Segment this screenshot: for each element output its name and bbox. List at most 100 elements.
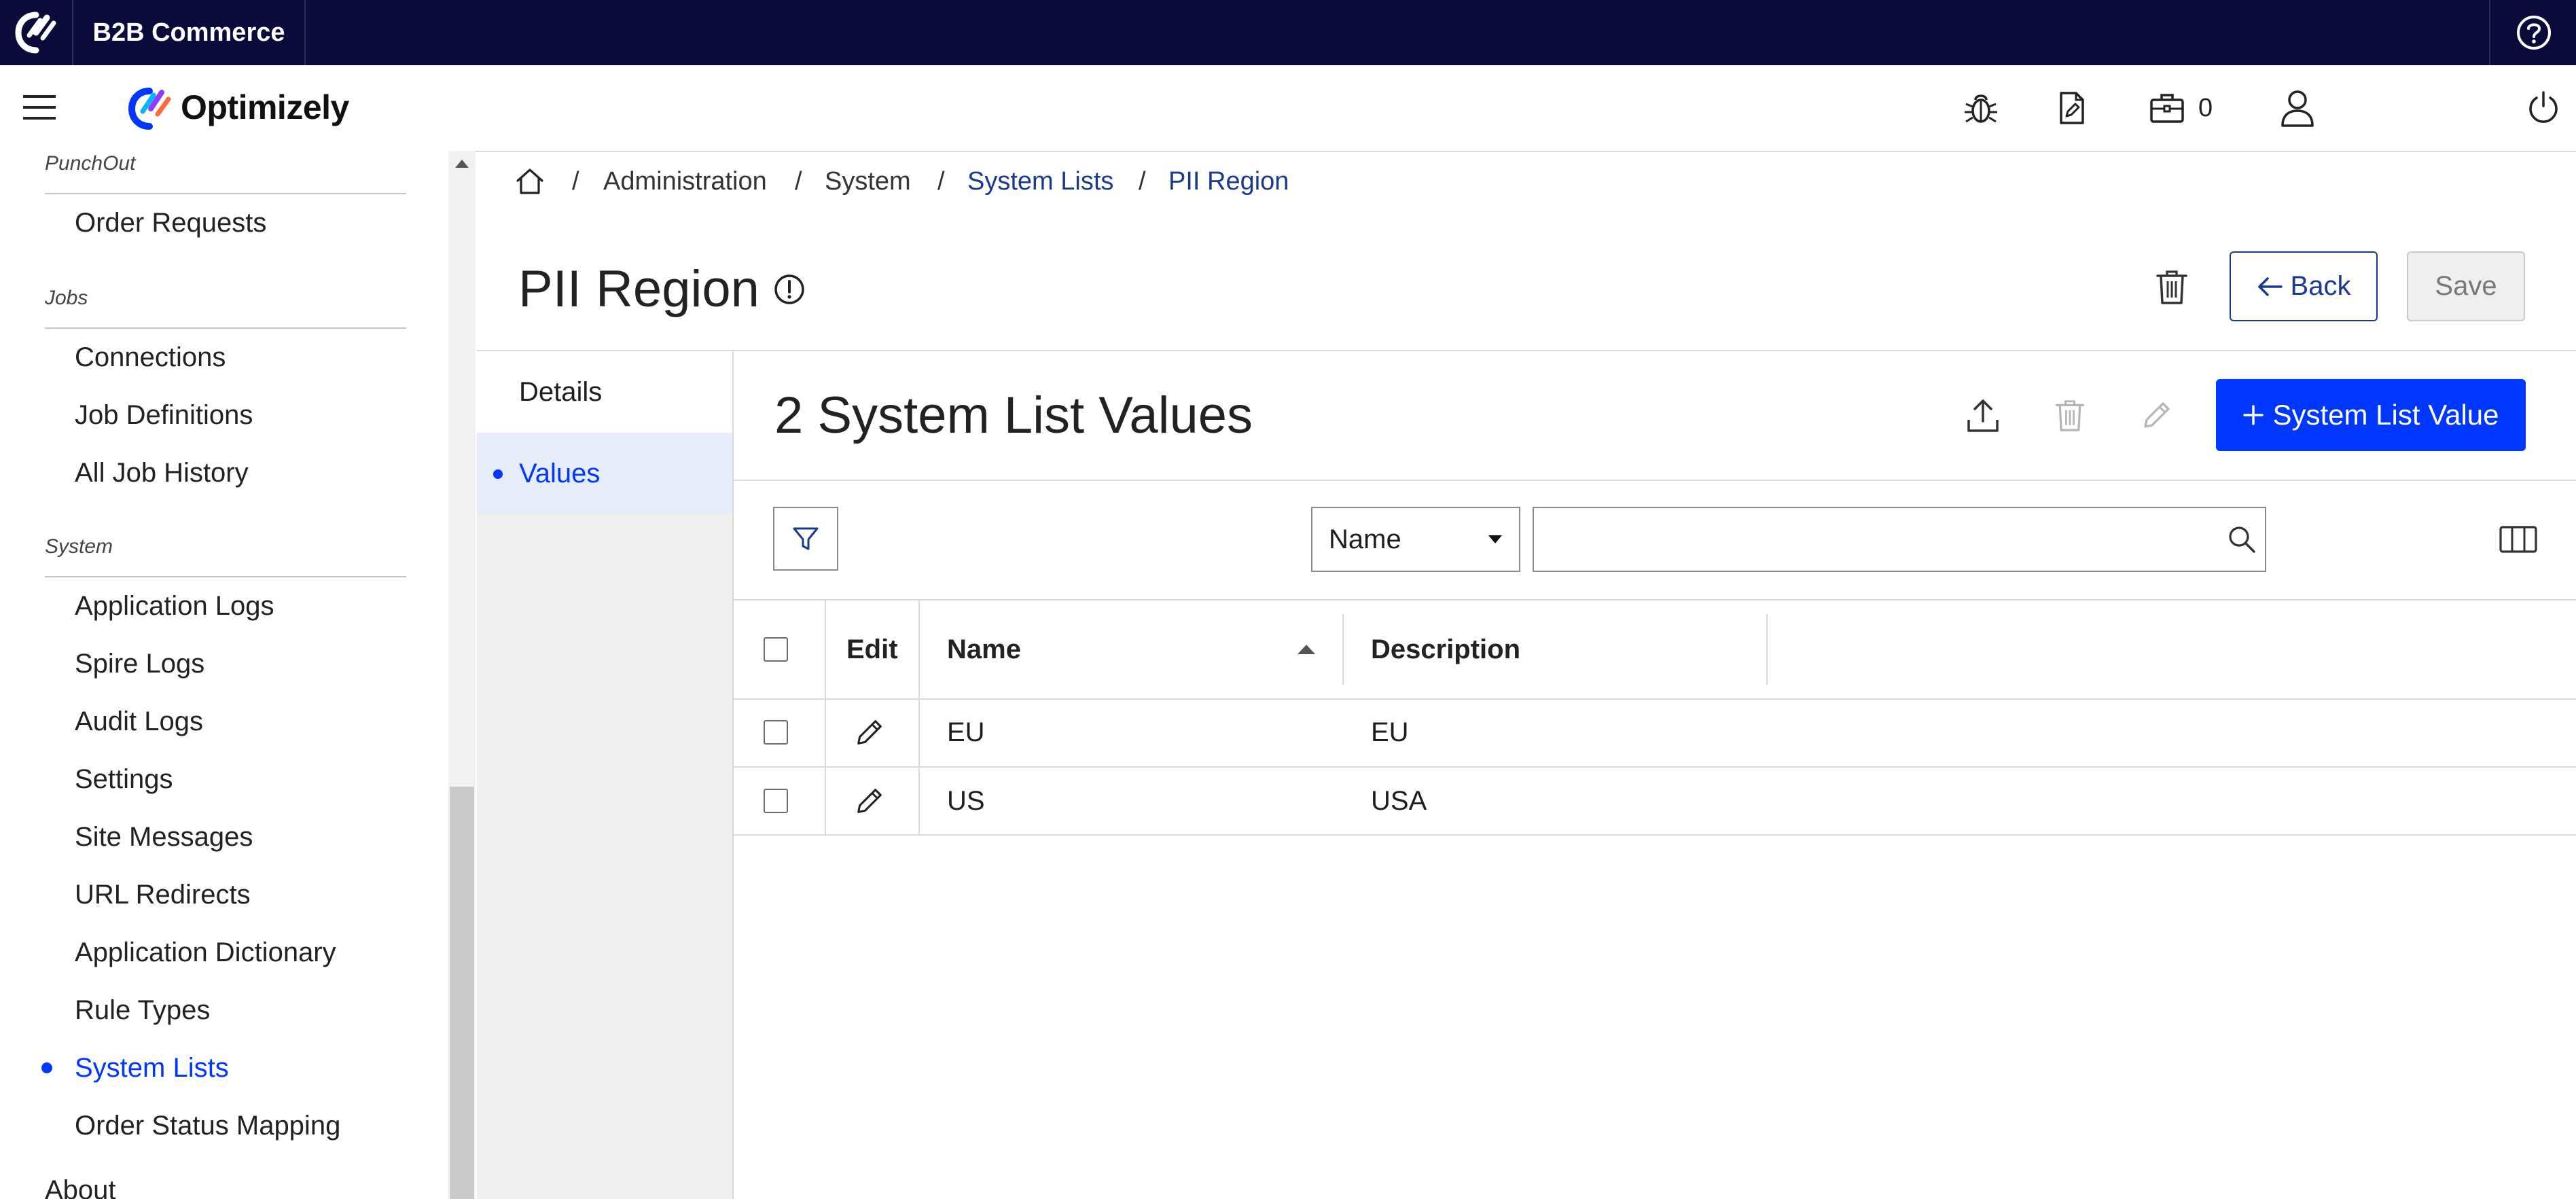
row-edit-button[interactable] bbox=[853, 698, 886, 766]
divider bbox=[477, 350, 2576, 351]
table-header-row: Edit Name Description bbox=[734, 599, 2576, 700]
brand-name: Optimizely bbox=[181, 88, 349, 126]
trash-icon bbox=[2156, 270, 2187, 304]
briefcase-icon bbox=[2150, 94, 2184, 123]
tab-details[interactable]: Details bbox=[477, 351, 732, 433]
pencil-icon bbox=[857, 789, 882, 813]
row-name: EU bbox=[947, 717, 985, 747]
delete-selected-button bbox=[2054, 398, 2086, 433]
briefcase-button[interactable]: 0 bbox=[2148, 89, 2213, 127]
search-button[interactable] bbox=[2227, 524, 2257, 554]
save-button[interactable]: Save bbox=[2407, 251, 2525, 321]
scroll-up-arrow-icon[interactable] bbox=[454, 158, 470, 170]
values-title: 2 System List Values bbox=[774, 387, 1253, 444]
help-button[interactable] bbox=[2489, 0, 2576, 65]
search-icon bbox=[2229, 526, 2255, 553]
product-title-cell: B2B Commerce bbox=[73, 0, 306, 65]
search-box[interactable] bbox=[1533, 507, 2266, 572]
sidebar-item-job-definitions[interactable]: Job Definitions bbox=[75, 400, 253, 431]
edit-selected-button bbox=[2140, 398, 2174, 432]
back-button-label: Back bbox=[2290, 271, 2351, 301]
sidebar-item-audit-logs[interactable]: Audit Logs bbox=[75, 706, 203, 737]
detail-tabs: Details Values bbox=[477, 351, 734, 1199]
table-row[interactable]: US USA bbox=[734, 768, 2576, 836]
pencil-icon bbox=[857, 720, 882, 745]
active-item-indicator bbox=[41, 1062, 52, 1073]
sidebar-item-application-logs[interactable]: Application Logs bbox=[75, 591, 274, 622]
product-title: B2B Commerce bbox=[92, 18, 285, 47]
debug-button[interactable] bbox=[1962, 89, 2000, 127]
select-all-checkbox[interactable] bbox=[764, 637, 788, 662]
sidebar-item-order-status-mapping[interactable]: Order Status Mapping bbox=[75, 1111, 340, 1141]
brand-logo[interactable]: Optimizely bbox=[121, 80, 349, 135]
edit-document-button[interactable] bbox=[2053, 89, 2091, 127]
page-title: PII Region bbox=[518, 260, 759, 318]
breadcrumb-separator: / bbox=[795, 167, 802, 196]
sidebar: PunchOut Order Requests Jobs Connections… bbox=[0, 151, 476, 1199]
help-icon bbox=[2517, 16, 2551, 50]
sort-ascending-icon[interactable] bbox=[1296, 601, 1317, 698]
pencil-icon bbox=[2144, 402, 2170, 428]
breadcrumb-system-lists[interactable]: System Lists bbox=[967, 167, 1113, 196]
sidebar-item-order-requests[interactable]: Order Requests bbox=[75, 208, 266, 238]
caret-down-icon bbox=[1488, 535, 1502, 543]
briefcase-count: 0 bbox=[2198, 93, 2213, 122]
breadcrumb-home[interactable] bbox=[515, 167, 545, 196]
add-system-list-value-button[interactable]: System List Value bbox=[2216, 379, 2526, 451]
power-icon bbox=[2529, 91, 2558, 123]
sidebar-item-about[interactable]: About bbox=[45, 1175, 116, 1199]
sidebar-item-rule-types[interactable]: Rule Types bbox=[75, 995, 210, 1026]
sidebar-item-settings[interactable]: Settings bbox=[75, 764, 173, 795]
column-separator bbox=[825, 601, 826, 698]
info-button[interactable] bbox=[773, 273, 806, 306]
export-button[interactable] bbox=[1966, 398, 2000, 435]
row-description: USA bbox=[1371, 785, 1427, 816]
sidebar-item-url-redirects[interactable]: URL Redirects bbox=[75, 880, 251, 910]
divider bbox=[734, 480, 2576, 481]
product-logo-icon[interactable] bbox=[0, 0, 73, 65]
columns-icon bbox=[2499, 526, 2537, 553]
sidebar-divider bbox=[45, 576, 406, 577]
filter-icon bbox=[793, 527, 819, 550]
column-separator bbox=[918, 698, 920, 766]
column-resize-handle[interactable] bbox=[1342, 614, 1344, 685]
row-checkbox[interactable] bbox=[764, 720, 788, 745]
column-resize-handle[interactable] bbox=[1766, 614, 1768, 685]
row-select-cell bbox=[764, 768, 804, 834]
search-input[interactable] bbox=[1534, 508, 2201, 569]
breadcrumb-system[interactable]: System bbox=[825, 167, 911, 196]
row-edit-button[interactable] bbox=[853, 768, 886, 834]
sidebar-item-spire-logs[interactable]: Spire Logs bbox=[75, 649, 204, 679]
add-button-label: System List Value bbox=[2272, 399, 2499, 431]
breadcrumb-administration[interactable]: Administration bbox=[603, 167, 767, 196]
column-header-name[interactable]: Name bbox=[947, 601, 1021, 698]
search-field-select[interactable]: Name bbox=[1311, 507, 1520, 572]
breadcrumb-current: PII Region bbox=[1168, 167, 1289, 196]
bug-icon bbox=[1965, 94, 1997, 123]
sidebar-item-application-dictionary[interactable]: Application Dictionary bbox=[75, 937, 336, 968]
filter-button[interactable] bbox=[773, 507, 838, 571]
sidebar-item-all-job-history[interactable]: All Job History bbox=[75, 458, 249, 488]
optimizely-logo-icon bbox=[128, 88, 171, 130]
columns-toggle-button[interactable] bbox=[2499, 524, 2538, 554]
row-checkbox[interactable] bbox=[764, 789, 788, 813]
row-name: US bbox=[947, 785, 985, 816]
delete-record-button[interactable] bbox=[2155, 269, 2189, 306]
sidebar-item-site-messages[interactable]: Site Messages bbox=[75, 822, 253, 853]
breadcrumb-separator: / bbox=[1139, 167, 1146, 196]
sidebar-item-system-lists[interactable]: System Lists bbox=[75, 1053, 229, 1084]
menu-button[interactable] bbox=[23, 94, 56, 121]
table-row[interactable]: EU EU bbox=[734, 698, 2576, 768]
search-field-selected: Name bbox=[1329, 524, 1401, 554]
sidebar-divider bbox=[45, 327, 406, 329]
back-button[interactable]: Back bbox=[2230, 251, 2378, 321]
column-header-description[interactable]: Description bbox=[1371, 601, 1520, 698]
tab-values[interactable]: Values bbox=[477, 433, 732, 514]
user-account-button[interactable] bbox=[2278, 88, 2316, 128]
arrow-left-icon bbox=[2257, 276, 2283, 296]
column-separator bbox=[825, 768, 826, 834]
sign-out-button[interactable] bbox=[2526, 90, 2561, 125]
column-separator bbox=[918, 601, 920, 698]
sidebar-scrollbar-thumb[interactable] bbox=[450, 787, 474, 1199]
sidebar-item-connections[interactable]: Connections bbox=[75, 342, 226, 373]
